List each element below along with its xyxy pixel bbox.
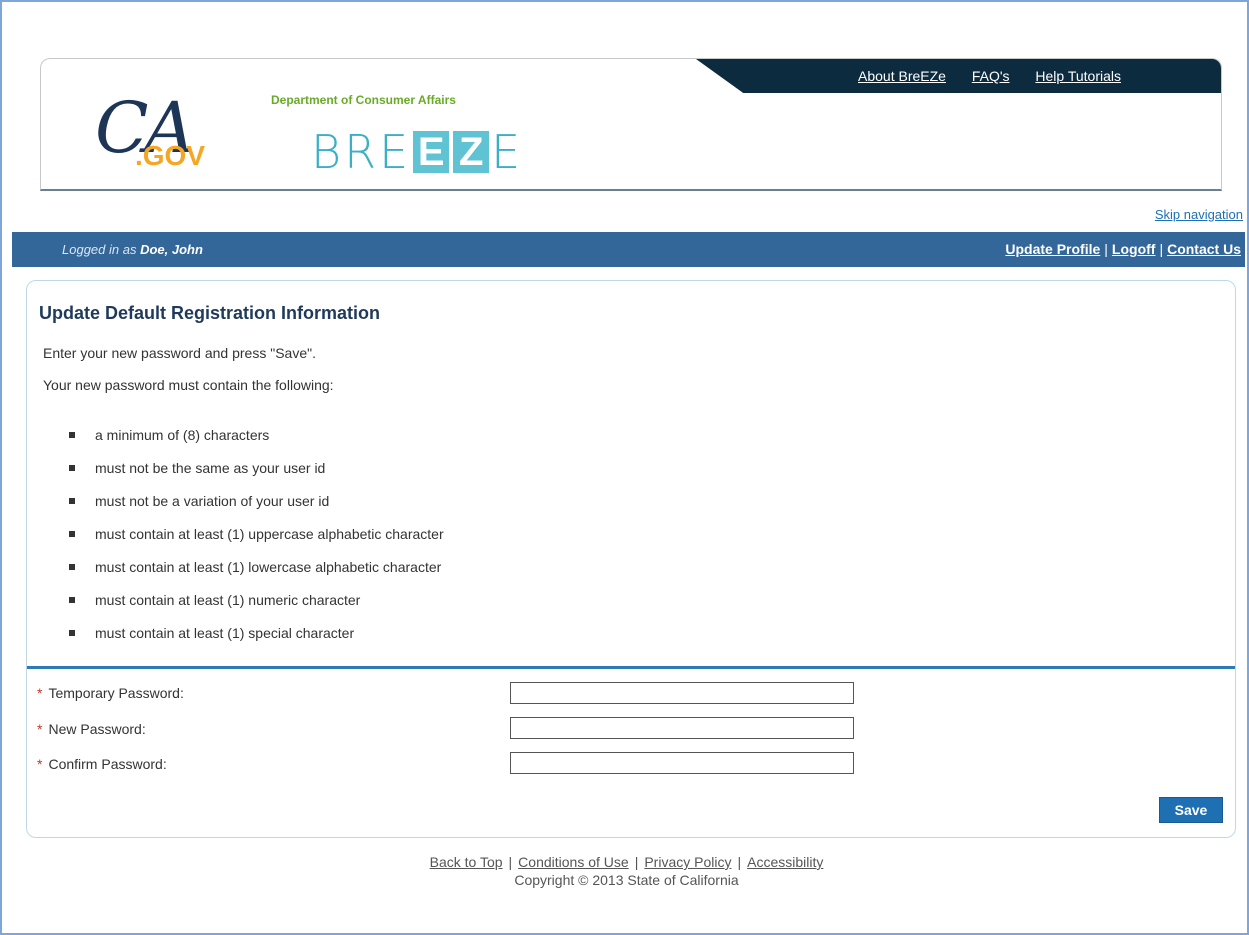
requirements-intro: Your new password must contain the follo… (43, 377, 334, 393)
list-item: must contain at least (1) numeric charac… (69, 590, 444, 623)
logged-in-status: Logged in as Doe, John (62, 242, 203, 257)
user-name: Doe, John (140, 242, 203, 257)
breeze-logo-box-e: E (413, 131, 450, 173)
help-tutorials-link[interactable]: Help Tutorials (1035, 68, 1121, 84)
rule-text: must contain at least (1) uppercase alph… (95, 526, 444, 542)
logged-in-prefix: Logged in as (62, 242, 137, 257)
user-links: Update Profile | Logoff | Contact Us (1005, 241, 1241, 257)
top-nav-links: About BreEZe FAQ's Help Tutorials (836, 68, 1121, 84)
page-footer: Back to Top | Conditions of Use | Privacy Po… (2, 854, 1249, 888)
conditions-of-use-link[interactable]: Conditions of Use (518, 854, 629, 870)
intro-text: Enter your new password and press "Save"… (43, 345, 316, 361)
breeze-logo-post: E (491, 125, 524, 179)
about-breeze-link[interactable]: About BreEZe (858, 68, 946, 84)
skip-navigation-link[interactable]: Skip navigation (1155, 207, 1243, 222)
field-label: New Password: (48, 721, 146, 737)
breeze-logo[interactable]: BRE E Z E (311, 119, 523, 179)
rule-text: must contain at least (1) numeric charac… (95, 592, 361, 608)
temporary-password-label: * Temporary Password: (37, 685, 184, 701)
save-button[interactable]: Save (1159, 797, 1223, 823)
rule-text: a minimum of (8) characters (95, 427, 270, 443)
required-marker: * (37, 721, 43, 737)
update-profile-link[interactable]: Update Profile (1005, 241, 1100, 257)
bullet-icon (69, 597, 75, 603)
privacy-policy-link[interactable]: Privacy Policy (644, 854, 731, 870)
faqs-link[interactable]: FAQ's (972, 68, 1010, 84)
rule-text: must contain at least (1) special charac… (95, 625, 355, 641)
field-label: Temporary Password: (48, 685, 184, 701)
user-bar: Logged in as Doe, John Update Profile | Lo… (12, 232, 1245, 267)
separator: | (1159, 241, 1164, 257)
site-banner: About BreEZe FAQ's Help Tutorials CA .GO… (40, 58, 1222, 191)
page-frame: About BreEZe FAQ's Help Tutorials CA .GO… (0, 0, 1249, 935)
breeze-logo-box-z: Z (453, 131, 490, 173)
accessibility-link[interactable]: Accessibility (747, 854, 823, 870)
field-label: Confirm Password: (48, 756, 167, 772)
bullet-icon (69, 432, 75, 438)
rule-text: must not be a variation of your user id (95, 493, 330, 509)
separator: | (634, 854, 639, 870)
logoff-link[interactable]: Logoff (1112, 241, 1156, 257)
new-password-label: * New Password: (37, 721, 146, 737)
footer-links: Back to Top | Conditions of Use | Privacy Po… (2, 854, 1249, 870)
confirm-password-label: * Confirm Password: (37, 756, 167, 772)
rule-text: must not be the same as your user id (95, 460, 326, 476)
contact-us-link[interactable]: Contact Us (1167, 241, 1241, 257)
list-item: must not be a variation of your user id (69, 491, 444, 524)
list-item: must contain at least (1) uppercase alph… (69, 524, 444, 557)
bullet-icon (69, 630, 75, 636)
dca-title: Department of Consumer Affairs (271, 93, 456, 107)
ca-gov-logo[interactable]: CA .GOV (95, 87, 235, 179)
ca-logo-suffix: .GOV (135, 140, 206, 171)
bullet-icon (69, 531, 75, 537)
registration-panel: Update Default Registration Information … (26, 280, 1236, 838)
required-marker: * (37, 756, 43, 772)
back-to-top-link[interactable]: Back to Top (430, 854, 503, 870)
copyright-text: Copyright © 2013 State of California (514, 872, 739, 888)
section-divider (27, 666, 1235, 669)
list-item: must contain at least (1) lowercase alph… (69, 557, 444, 590)
bullet-icon (69, 465, 75, 471)
list-item: must contain at least (1) special charac… (69, 623, 444, 656)
list-item: a minimum of (8) characters (69, 425, 444, 458)
required-marker: * (37, 685, 43, 701)
separator: | (1104, 241, 1108, 257)
breeze-logo-pre: BRE (311, 125, 412, 179)
list-item: must not be the same as your user id (69, 458, 444, 491)
bullet-icon (69, 498, 75, 504)
rule-text: must contain at least (1) lowercase alph… (95, 559, 442, 575)
page-title: Update Default Registration Information (39, 303, 381, 323)
new-password-field[interactable] (510, 717, 854, 739)
separator: | (508, 854, 513, 870)
bullet-icon (69, 564, 75, 570)
password-rules-list: a minimum of (8) characters must not be … (69, 425, 444, 656)
separator: | (737, 854, 742, 870)
temporary-password-field[interactable] (510, 682, 854, 704)
confirm-password-field[interactable] (510, 752, 854, 774)
